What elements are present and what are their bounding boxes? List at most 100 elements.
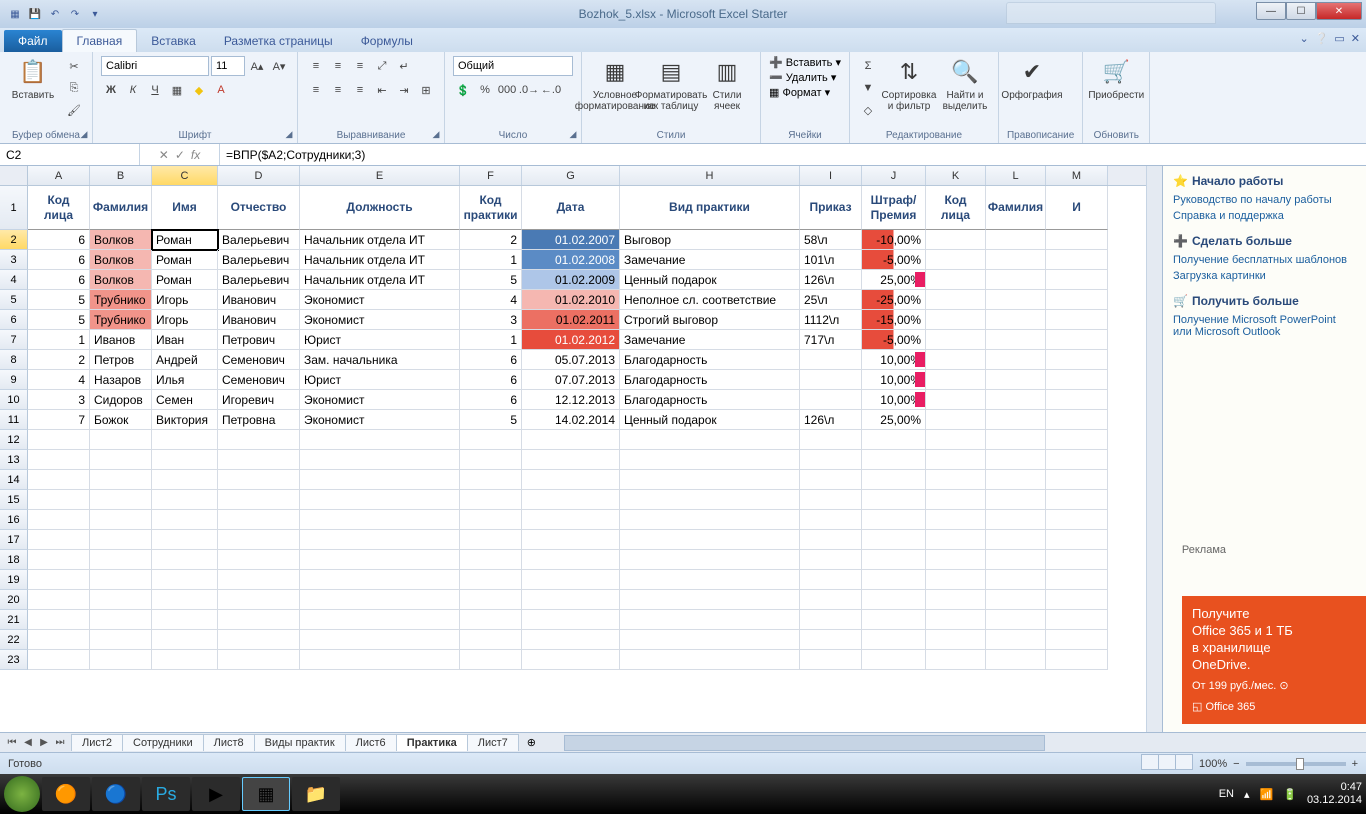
find-select-button[interactable]: 🔍Найти и выделить (940, 56, 990, 112)
header-cell[interactable]: Код практики (460, 186, 522, 230)
cell[interactable] (926, 370, 986, 390)
cell[interactable] (28, 610, 90, 630)
cell[interactable] (522, 630, 620, 650)
cell[interactable]: 01.02.2010 (522, 290, 620, 310)
cell[interactable]: Строгий выговор (620, 310, 800, 330)
cell[interactable]: 01.02.2007 (522, 230, 620, 250)
cell[interactable]: Илья (152, 370, 218, 390)
cell[interactable] (522, 450, 620, 470)
fill-color-icon[interactable]: ◆ (189, 80, 209, 100)
cell[interactable] (460, 470, 522, 490)
format-painter-icon[interactable]: 🖌 (64, 100, 84, 120)
cell[interactable] (90, 610, 152, 630)
cell[interactable] (522, 590, 620, 610)
row-header[interactable]: 19 (0, 570, 28, 590)
currency-icon[interactable]: 💲 (453, 80, 473, 100)
comma-icon[interactable]: 000 (497, 80, 517, 100)
cell[interactable]: Экономист (300, 310, 460, 330)
orientation-icon[interactable]: ⤢ (372, 56, 392, 76)
spreadsheet-grid[interactable]: ABCDEFGHIJKLM 1Код лицаФамилияИмяОтчеств… (0, 166, 1146, 732)
cell[interactable] (800, 510, 862, 530)
taskbar-explorer[interactable]: 📁 (292, 777, 340, 811)
cell[interactable] (1046, 430, 1108, 450)
cell[interactable]: 10,00% (862, 370, 926, 390)
cell[interactable] (986, 350, 1046, 370)
cell[interactable] (300, 530, 460, 550)
cell[interactable] (522, 470, 620, 490)
cell[interactable] (1046, 230, 1108, 250)
fx-icon[interactable]: fx (191, 148, 200, 162)
cell[interactable] (300, 590, 460, 610)
cell[interactable] (1046, 610, 1108, 630)
cell[interactable] (218, 590, 300, 610)
increase-indent-icon[interactable]: ⇥ (394, 80, 414, 100)
cell[interactable] (522, 490, 620, 510)
save-icon[interactable]: 💾 (26, 5, 44, 23)
cell[interactable]: Валерьевич (218, 250, 300, 270)
cell[interactable] (926, 270, 986, 290)
cell[interactable] (862, 450, 926, 470)
cell[interactable] (620, 510, 800, 530)
cell[interactable] (152, 570, 218, 590)
cell[interactable] (522, 430, 620, 450)
row-header[interactable]: 17 (0, 530, 28, 550)
cell[interactable] (800, 490, 862, 510)
row-header[interactable]: 18 (0, 550, 28, 570)
cell[interactable] (28, 470, 90, 490)
accept-formula-icon[interactable]: ✓ (175, 148, 185, 162)
align-right-icon[interactable]: ≡ (350, 80, 370, 100)
cell[interactable] (90, 550, 152, 570)
cell[interactable]: Андрей (152, 350, 218, 370)
bold-button[interactable]: Ж (101, 80, 121, 100)
dialog-launcher-icon[interactable]: ◢ (430, 129, 442, 141)
cell[interactable] (800, 470, 862, 490)
cell[interactable] (620, 530, 800, 550)
cell[interactable] (800, 430, 862, 450)
cell[interactable] (926, 350, 986, 370)
cell[interactable] (926, 470, 986, 490)
cell[interactable] (986, 570, 1046, 590)
cell[interactable]: 2 (460, 230, 522, 250)
cell[interactable] (986, 310, 1046, 330)
cell[interactable]: Ценный подарок (620, 270, 800, 290)
insert-cells-button[interactable]: ➕ Вставить ▾ (769, 56, 841, 69)
cell[interactable]: 01.02.2012 (522, 330, 620, 350)
cell[interactable]: 6 (460, 390, 522, 410)
cell[interactable] (986, 270, 1046, 290)
cell[interactable] (862, 510, 926, 530)
cell[interactable] (522, 650, 620, 670)
sheet-tab[interactable]: Лист2 (71, 734, 123, 751)
help-icon[interactable]: ❔ (1315, 32, 1329, 45)
cell[interactable]: Замечание (620, 330, 800, 350)
next-sheet-icon[interactable]: ▶ (36, 737, 52, 748)
zoom-slider[interactable] (1246, 762, 1346, 766)
cell[interactable]: Божок (90, 410, 152, 430)
cell[interactable]: Зам. начальника (300, 350, 460, 370)
cell[interactable] (986, 490, 1046, 510)
cell[interactable]: 6 (460, 370, 522, 390)
font-family-select[interactable] (101, 56, 209, 76)
cell[interactable]: 126\л (800, 410, 862, 430)
cell[interactable] (1046, 290, 1108, 310)
cell[interactable] (460, 530, 522, 550)
cell[interactable] (218, 530, 300, 550)
battery-icon[interactable]: 🔋 (1283, 788, 1297, 801)
cell[interactable]: Роман (152, 250, 218, 270)
cell[interactable] (28, 570, 90, 590)
percent-icon[interactable]: % (475, 80, 495, 100)
cell[interactable]: Неполное сл. соответствие (620, 290, 800, 310)
cell[interactable]: Выговор (620, 230, 800, 250)
cell[interactable]: 01.02.2009 (522, 270, 620, 290)
window-close-icon[interactable]: ✕ (1351, 32, 1360, 45)
cell[interactable] (926, 610, 986, 630)
cell[interactable]: 58\л (800, 230, 862, 250)
cell[interactable] (926, 250, 986, 270)
row-header[interactable]: 14 (0, 470, 28, 490)
wrap-text-icon[interactable]: ↵ (394, 56, 414, 76)
cell[interactable] (800, 630, 862, 650)
background-window-tab[interactable] (1006, 2, 1216, 24)
column-header[interactable]: I (800, 166, 862, 185)
cell[interactable]: 05.07.2013 (522, 350, 620, 370)
cell[interactable] (1046, 450, 1108, 470)
cell[interactable] (986, 390, 1046, 410)
